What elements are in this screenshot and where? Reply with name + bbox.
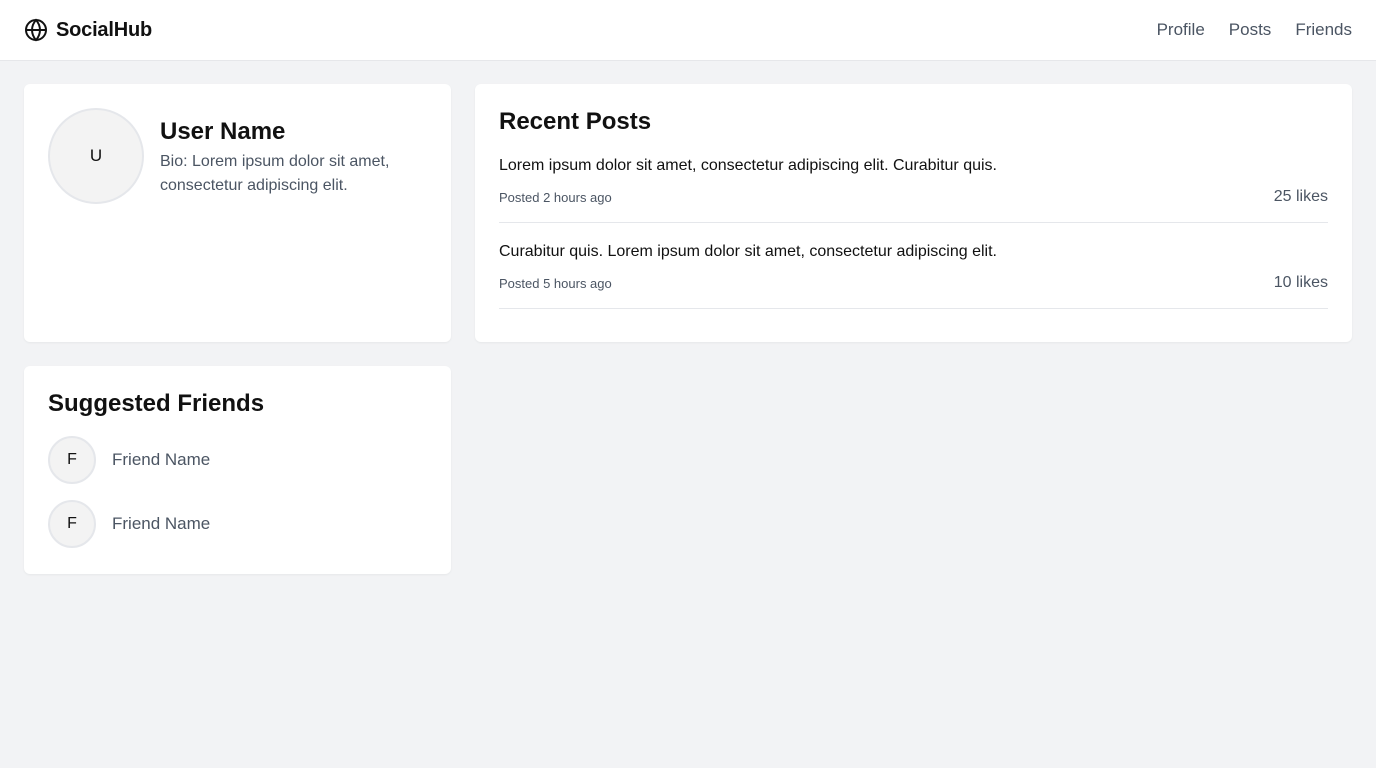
nav-link-profile[interactable]: Profile: [1157, 20, 1205, 40]
user-avatar-initial: U: [89, 146, 103, 165]
post-text: Curabitur quis. Lorem ipsum dolor sit am…: [499, 243, 997, 260]
friend-avatar[interactable]: F: [48, 436, 96, 484]
profile-info: User Name Bio: Lorem ipsum dolor sit ame…: [160, 108, 410, 318]
suggested-friends-card: Suggested Friends F Friend Name F Friend…: [24, 366, 451, 574]
friend-item[interactable]: F Friend Name: [48, 500, 427, 548]
post-likes[interactable]: 25 likes: [1274, 188, 1328, 206]
post-item[interactable]: Lorem ipsum dolor sit amet, consectetur …: [499, 136, 1328, 223]
friend-avatar[interactable]: F: [48, 500, 96, 548]
recent-posts-card: Recent Posts Lorem ipsum dolor sit amet,…: [475, 84, 1352, 342]
post-time: Posted 5 hours ago: [499, 275, 612, 291]
main-nav: Profile Posts Friends: [1157, 20, 1352, 40]
user-name: User Name: [160, 118, 286, 145]
recent-posts-title: Recent Posts: [499, 108, 652, 135]
nav-link-posts[interactable]: Posts: [1229, 20, 1272, 40]
post-likes[interactable]: 10 likes: [1274, 274, 1328, 292]
post-item[interactable]: Curabitur quis. Lorem ipsum dolor sit am…: [499, 223, 1328, 309]
nav-link-friends[interactable]: Friends: [1295, 20, 1352, 40]
friend-avatar-initial: F: [67, 515, 77, 532]
profile-card: U User Name Bio: Lorem ipsum dolor sit a…: [24, 84, 451, 342]
suggested-friends-title: Suggested Friends: [48, 390, 265, 417]
brand[interactable]: SocialHub: [24, 18, 152, 42]
friends-list: F Friend Name F Friend Name: [48, 436, 427, 548]
friend-name[interactable]: Friend Name: [112, 450, 210, 470]
brand-name: SocialHub: [56, 18, 152, 41]
globe-icon: [24, 18, 48, 42]
friend-avatar-initial: F: [67, 451, 77, 468]
friend-item[interactable]: F Friend Name: [48, 436, 427, 484]
user-bio: Bio: Lorem ipsum dolor sit amet, consect…: [160, 153, 390, 194]
post-time: Posted 2 hours ago: [499, 189, 612, 205]
post-meta: Posted 2 hours ago 25 likes: [499, 188, 1328, 206]
post-text: Lorem ipsum dolor sit amet, consectetur …: [499, 157, 997, 174]
top-navbar: SocialHub Profile Posts Friends: [0, 0, 1376, 61]
user-avatar[interactable]: U: [48, 108, 144, 204]
post-meta: Posted 5 hours ago 10 likes: [499, 274, 1328, 292]
friend-name[interactable]: Friend Name: [112, 514, 210, 534]
